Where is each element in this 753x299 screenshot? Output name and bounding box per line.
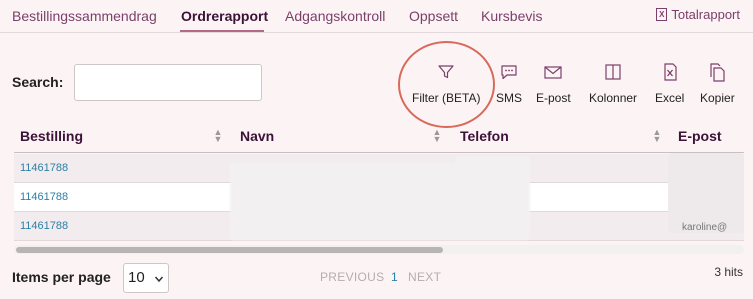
kopier-button[interactable]: Kopier [700, 62, 735, 105]
items-per-page-select[interactable]: 10 [123, 263, 169, 293]
active-tab-indicator [180, 30, 264, 32]
columns-icon [605, 64, 621, 80]
search-input[interactable] [74, 64, 262, 101]
epost-label: E-post [536, 91, 571, 105]
tab-oppsett[interactable]: Oppsett [409, 8, 458, 24]
items-per-page-value: 10 [128, 269, 145, 286]
excel-label: Excel [655, 91, 685, 105]
filter-button[interactable]: Filter (BETA) [412, 62, 480, 105]
chat-bubble-icon [501, 65, 517, 80]
bestilling-link[interactable]: 11461788 [20, 191, 68, 203]
items-per-page-label: Items per page [12, 269, 111, 285]
redacted-email-area [668, 153, 744, 233]
page-number-1[interactable]: 1 [391, 270, 398, 284]
bestilling-link[interactable]: 11461788 [20, 162, 68, 174]
excel-button[interactable]: Excel [655, 62, 684, 105]
sms-label: SMS [496, 91, 523, 105]
column-header-bestilling[interactable]: Bestilling [20, 128, 83, 144]
sms-button[interactable]: SMS [496, 62, 522, 105]
column-header-telefon[interactable]: Telefon [460, 128, 509, 144]
tab-adgangskontroll[interactable]: Adgangskontroll [285, 8, 385, 24]
hits-count: 3 hits [714, 265, 743, 279]
search-label: Search: [12, 74, 64, 90]
epost-button[interactable]: E-post [536, 62, 571, 105]
scrollbar-thumb[interactable] [16, 247, 443, 253]
table-header: Bestilling ▲ ▼ Navn ▲ ▼ Telefon ▲ ▼ E-post [14, 121, 744, 153]
copy-icon [710, 63, 725, 82]
redacted-phone-area [455, 156, 530, 184]
column-header-navn[interactable]: Navn [240, 128, 274, 144]
excel-icon: X [656, 8, 668, 21]
totalrapport-label: Totalrapport [671, 7, 740, 22]
partial-email-text: karoline@ [682, 222, 728, 233]
sort-icon[interactable]: ▲ ▼ [432, 128, 442, 144]
excel-icon [664, 63, 677, 81]
column-header-epost[interactable]: E-post [678, 128, 722, 144]
kolonner-label: Kolonner [589, 91, 638, 105]
tab-bestillingssammendrag[interactable]: Bestillingssammendrag [12, 8, 157, 24]
sort-icon[interactable]: ▲ ▼ [652, 128, 662, 144]
filter-icon [438, 65, 454, 79]
tab-kursbevis[interactable]: Kursbevis [481, 8, 542, 24]
totalrapport-link[interactable]: X Totalrapport [656, 7, 740, 22]
kolonner-button[interactable]: Kolonner [589, 62, 637, 105]
bestilling-link[interactable]: 11461788 [20, 220, 68, 232]
kopier-label: Kopier [700, 91, 735, 105]
next-page-button[interactable]: NEXT [408, 270, 441, 284]
tab-bar: Bestillingssammendrag Ordrerapport Adgan… [0, 0, 753, 33]
tab-ordrerapport[interactable]: Ordrerapport [181, 8, 268, 24]
previous-page-button[interactable]: PREVIOUS [320, 270, 384, 284]
sort-icon[interactable]: ▲ ▼ [213, 128, 223, 144]
filter-label: Filter (BETA) [412, 91, 481, 105]
envelope-icon [544, 66, 562, 79]
chevron-down-icon [154, 276, 164, 283]
